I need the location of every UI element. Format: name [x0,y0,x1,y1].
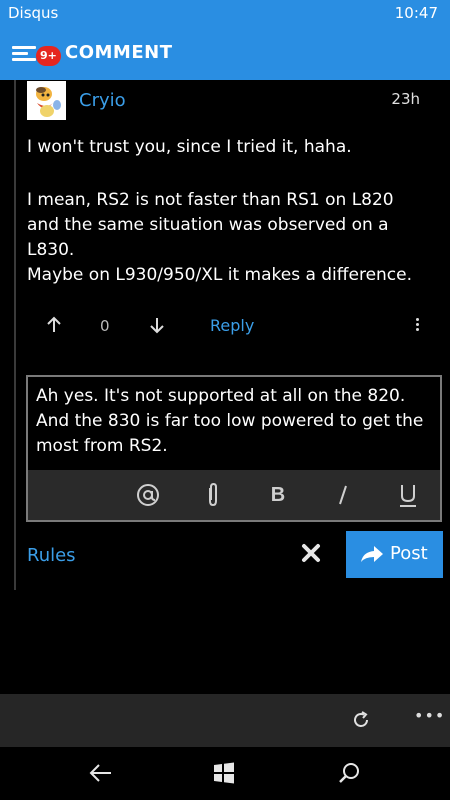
underline-icon[interactable] [393,480,423,510]
reply-link[interactable]: Reply [210,316,254,335]
format-toolbar: B [28,470,440,520]
post-button[interactable]: Post [346,531,443,578]
more-icon[interactable]: ••• [414,706,445,725]
refresh-icon[interactable] [351,710,371,730]
upvote-button[interactable] [44,315,64,335]
at-icon[interactable] [133,480,163,510]
notification-badge: 9+ [36,46,61,66]
avatar[interactable] [27,81,66,120]
page-title: COMMENT [65,42,173,63]
status-time: 10:47 [394,4,438,22]
share-arrow-icon [361,546,383,562]
comment-paragraph: I won't trust you, since I tried it, hah… [27,137,352,157]
close-icon[interactable] [301,543,321,563]
comment-paragraph: I mean, RS2 is not faster than RS1 on L8… [27,190,394,260]
comment-paragraph: Maybe on L930/950/XL it makes a differen… [27,265,413,285]
rules-link[interactable]: Rules [27,545,76,566]
more-options-icon[interactable] [412,316,422,336]
status-app-name: Disqus [8,4,59,22]
menu-button[interactable]: 9+ [12,40,61,66]
windows-icon[interactable] [213,762,235,784]
thread-line [14,80,16,590]
downvote-button[interactable] [147,315,167,335]
back-icon[interactable] [89,763,113,783]
app-bar: ••• [0,694,450,747]
reply-input[interactable]: Ah yes. It's not supported at all on the… [36,384,436,459]
post-button-label: Post [390,543,428,564]
system-nav-bar [0,747,450,800]
italic-icon[interactable] [328,480,358,510]
comment-time: 23h [391,90,420,108]
comment-author[interactable]: Cryio [79,90,126,111]
status-bar: Disqus 10:47 [0,0,450,28]
vote-count: 0 [100,317,110,335]
app-header: 9+ COMMENT [0,28,450,80]
attach-icon[interactable] [198,480,228,510]
bold-icon[interactable]: B [263,480,293,510]
search-icon[interactable] [338,762,360,784]
arrow-up-icon [47,316,61,332]
reply-composer[interactable]: Ah yes. It's not supported at all on the… [26,375,442,522]
arrow-down-icon [150,318,164,334]
